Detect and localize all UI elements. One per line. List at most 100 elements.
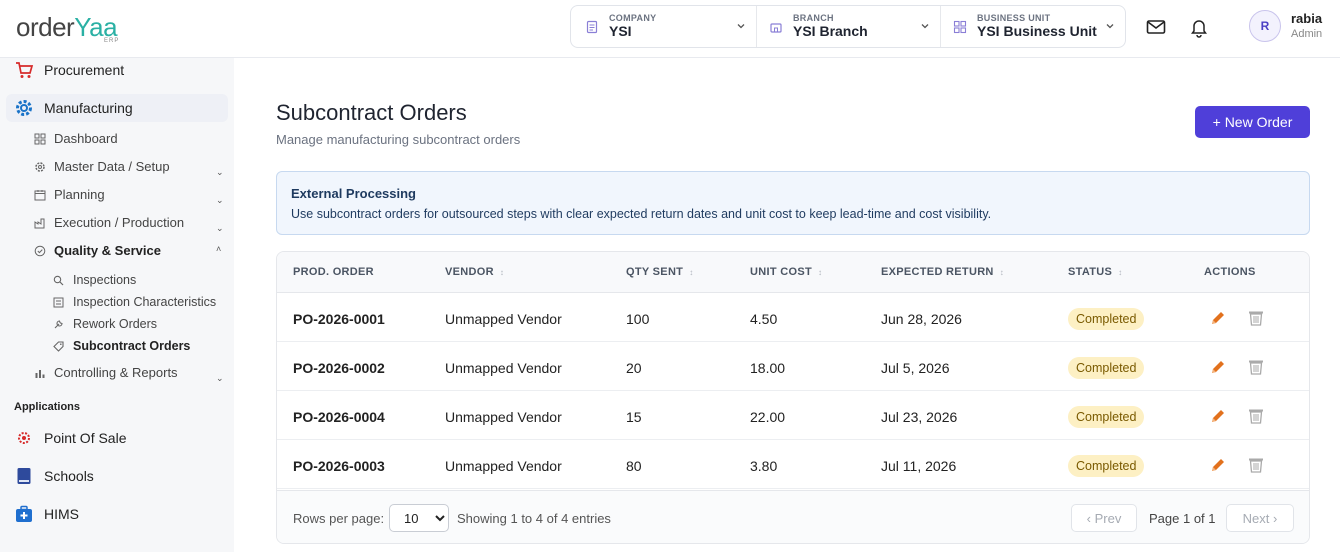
- sidebar-item-hims[interactable]: HIMS: [14, 504, 79, 524]
- sidebar-item-inspection-characteristics[interactable]: Inspection Characteristics: [53, 295, 216, 309]
- grid-icon: [953, 20, 967, 33]
- sidebar-item-schools[interactable]: Schools: [14, 466, 94, 486]
- chevron-up-icon[interactable]: ˄: [216, 244, 221, 254]
- avatar[interactable]: R: [1249, 10, 1281, 42]
- cart-icon: [16, 62, 34, 78]
- rows-per-page-select[interactable]: 10: [389, 504, 449, 532]
- sort-icon: ↕: [1118, 268, 1123, 277]
- column-header-prod-order[interactable]: PROD. ORDER: [293, 266, 374, 278]
- wrench-icon: [54, 319, 63, 328]
- cell-expected-return: Jul 5, 2026: [881, 360, 950, 376]
- context-selector-group: COMPANY YSI BRANCH YSI Branch BUSINESS U…: [570, 5, 1126, 48]
- sidebar-item-master-data[interactable]: Master Data / Setup: [34, 159, 170, 174]
- sort-icon: ↕: [689, 268, 694, 277]
- sidebar-item-label: Execution / Production: [54, 215, 185, 230]
- sidebar-item-point-of-sale[interactable]: Point Of Sale: [14, 428, 127, 448]
- prev-page-button[interactable]: ‹ Prev: [1071, 504, 1137, 532]
- table-row[interactable]: PO-2026-0002 Unmapped Vendor 20 18.00 Ju…: [277, 342, 1309, 391]
- cell-vendor: Unmapped Vendor: [445, 311, 562, 327]
- table-row[interactable]: PO-2026-0001 Unmapped Vendor 100 4.50 Ju…: [277, 293, 1309, 342]
- page-subtitle: Manage manufacturing subcontract orders: [276, 132, 521, 147]
- sidebar-item-label: HIMS: [44, 506, 79, 522]
- column-header-qty-sent[interactable]: QTY SENT ↕: [626, 266, 694, 278]
- trash-icon[interactable]: [1247, 358, 1265, 376]
- info-title: External Processing: [291, 186, 416, 201]
- logo[interactable]: orderYaa ERP: [16, 12, 118, 44]
- store-icon: [770, 22, 782, 33]
- company-label: COMPANY: [609, 13, 657, 23]
- gear-icon: [16, 100, 32, 116]
- sidebar-item-rework-orders[interactable]: Rework Orders: [53, 317, 157, 331]
- sidebar-item-label: Subcontract Orders: [73, 339, 191, 353]
- sidebar-item-planning[interactable]: Planning: [34, 187, 105, 202]
- branch-selector[interactable]: BRANCH YSI Branch: [756, 6, 940, 47]
- chevron-down-icon[interactable]: ⌄: [216, 167, 224, 178]
- cell-prod-order: PO-2026-0003: [293, 458, 385, 474]
- sidebar-item-label: Rework Orders: [73, 317, 158, 331]
- edit-pencil-icon[interactable]: [1209, 358, 1227, 376]
- edit-pencil-icon[interactable]: [1209, 407, 1227, 425]
- sidebar: Procurement Manufacturing Dashboard Mast…: [0, 58, 234, 552]
- sidebar-item-procurement[interactable]: Procurement: [14, 60, 124, 80]
- business-unit-label: BUSINESS UNIT: [977, 13, 1051, 23]
- column-header-vendor[interactable]: VENDOR ↕: [445, 266, 504, 278]
- column-header-status[interactable]: STATUS ↕: [1068, 266, 1122, 278]
- sidebar-item-inspections[interactable]: Inspections: [53, 273, 136, 287]
- chevron-down-icon[interactable]: ⌄: [216, 223, 224, 234]
- table-footer: Rows per page: 10 Showing 1 to 4 of 4 en…: [277, 490, 1309, 543]
- chevron-down-icon[interactable]: ⌄: [216, 195, 224, 206]
- info-banner: External Processing Use subcontract orde…: [276, 171, 1310, 235]
- cell-expected-return: Jun 28, 2026: [881, 311, 962, 327]
- sidebar-item-label: Manufacturing: [44, 100, 133, 116]
- sidebar-item-execution[interactable]: Execution / Production: [34, 215, 184, 230]
- sidebar-item-controlling[interactable]: Controlling & Reports: [34, 365, 178, 380]
- medical-kit-icon: [16, 505, 32, 522]
- mail-icon[interactable]: [1145, 16, 1167, 38]
- subcontract-orders-table: PROD. ORDER VENDOR ↕ QTY SENT ↕ UNIT COST ↕…: [276, 251, 1310, 544]
- status-badge: Completed: [1068, 455, 1145, 477]
- rows-per-page-label: Rows per page:: [293, 511, 385, 526]
- cell-qty-sent: 15: [626, 409, 642, 425]
- branch-value: YSI Branch: [793, 23, 868, 39]
- sidebar-item-label: Master Data / Setup: [54, 159, 170, 174]
- factory-icon: [34, 218, 45, 228]
- cell-unit-cost: 22.00: [750, 409, 786, 425]
- page-title: Subcontract Orders: [276, 100, 467, 125]
- new-order-button[interactable]: + New Order: [1195, 106, 1310, 138]
- edit-pencil-icon[interactable]: [1209, 456, 1227, 474]
- cell-prod-order: PO-2026-0001: [293, 311, 385, 327]
- cell-qty-sent: 80: [626, 458, 642, 474]
- tag-icon: [53, 340, 64, 352]
- cell-qty-sent: 100: [626, 311, 650, 327]
- cell-unit-cost: 3.80: [750, 458, 778, 474]
- table-row[interactable]: PO-2026-0003 Unmapped Vendor 80 3.80 Jul…: [277, 440, 1309, 489]
- trash-icon[interactable]: [1247, 456, 1265, 474]
- table-row[interactable]: PO-2026-0004 Unmapped Vendor 15 22.00 Ju…: [277, 391, 1309, 440]
- company-selector[interactable]: COMPANY YSI: [571, 6, 756, 47]
- cell-unit-cost: 18.00: [750, 360, 786, 376]
- business-unit-selector[interactable]: BUSINESS UNIT YSI Business Unit: [940, 6, 1125, 47]
- cell-vendor: Unmapped Vendor: [445, 458, 562, 474]
- column-header-expected-return[interactable]: EXPECTED RETURN ↕: [881, 266, 1004, 278]
- chevron-down-icon[interactable]: ⌄: [216, 373, 224, 384]
- sidebar-item-manufacturing[interactable]: Manufacturing: [14, 98, 133, 118]
- next-page-button[interactable]: Next ›: [1226, 504, 1294, 532]
- calendar-icon: [34, 189, 46, 200]
- sidebar-item-label: Point Of Sale: [44, 430, 127, 446]
- column-header-unit-cost[interactable]: UNIT COST ↕: [750, 266, 822, 278]
- bell-icon[interactable]: [1188, 16, 1210, 38]
- cell-qty-sent: 20: [626, 360, 642, 376]
- sidebar-item-subcontract-orders[interactable]: Subcontract Orders: [53, 339, 190, 353]
- sidebar-item-dashboard[interactable]: Dashboard: [34, 131, 118, 146]
- trash-icon[interactable]: [1247, 407, 1265, 425]
- sidebar-item-label: Inspections: [73, 273, 137, 287]
- sidebar-item-label: Inspection Characteristics: [73, 295, 217, 309]
- edit-pencil-icon[interactable]: [1209, 309, 1227, 327]
- sidebar-item-label: Dashboard: [54, 131, 118, 146]
- user-name[interactable]: rabia: [1291, 11, 1322, 26]
- info-text: Use subcontract orders for outsourced st…: [291, 207, 992, 221]
- trash-icon[interactable]: [1247, 309, 1265, 327]
- chevron-down-icon: [737, 24, 745, 29]
- sidebar-item-label: Controlling & Reports: [54, 365, 178, 380]
- sidebar-item-quality[interactable]: Quality & Service: [34, 243, 161, 258]
